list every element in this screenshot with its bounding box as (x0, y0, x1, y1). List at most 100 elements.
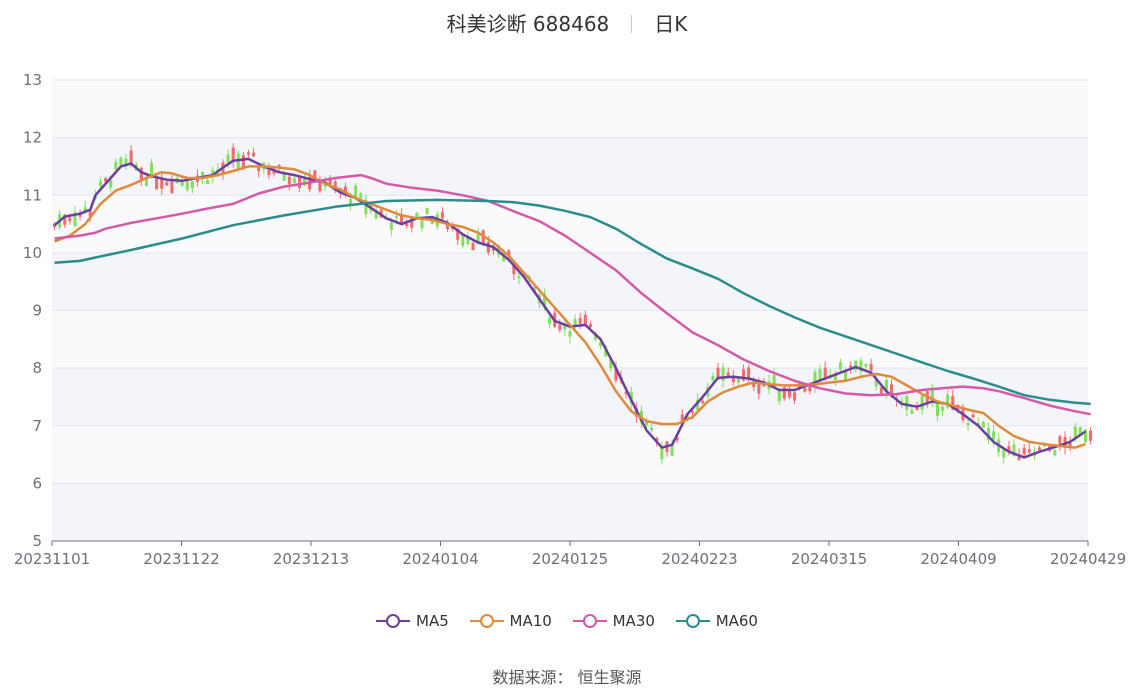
candle-body (736, 378, 740, 383)
candle-body (119, 157, 123, 166)
legend-label: MA10 (509, 612, 552, 630)
legend-marker-icon (675, 614, 710, 628)
candle-body (701, 400, 705, 404)
candle-body (910, 410, 914, 414)
x-axis: 20231101 20231122 20231213 20240104 20240125… (14, 540, 1126, 568)
candle-body (440, 212, 444, 219)
candle-body (568, 330, 572, 337)
candle-body (420, 220, 424, 229)
legend-marker-icon (572, 614, 607, 628)
candle-body (793, 392, 797, 401)
candle-body (394, 215, 399, 218)
y-tick-label: 11 (23, 186, 42, 204)
legend-marker-icon (469, 614, 504, 628)
candle-body (1058, 436, 1062, 445)
candle-body (267, 169, 271, 176)
candle-body (124, 158, 128, 165)
candle-body (246, 152, 251, 155)
candle-body (206, 180, 210, 185)
y-axis: 5 6 7 8 9 10 11 12 13 (23, 71, 42, 550)
candle-body (68, 217, 72, 222)
candle-body (389, 222, 393, 230)
x-tick-label: 20240104 (402, 550, 478, 568)
candle-body (1027, 449, 1031, 453)
candle-body (1037, 447, 1042, 450)
background-band (52, 252, 1088, 311)
candle-body (292, 178, 296, 184)
candle-body (558, 324, 562, 331)
legend-item-ma5[interactable]: MA5 (376, 612, 449, 630)
candle-body (405, 223, 409, 227)
candle-body (838, 362, 843, 370)
kline-chart: 5678910111213 20231101 20231122 20231213 20… (14, 71, 1126, 568)
background-band (52, 137, 1088, 196)
candle-body (941, 406, 945, 411)
y-tick-label: 8 (32, 359, 42, 377)
x-tick-label: 20240315 (791, 550, 867, 568)
candle-body (114, 162, 118, 170)
candle-body (711, 376, 715, 381)
y-tick-label: 6 (32, 474, 42, 492)
x-tick-label: 20231213 (273, 550, 349, 568)
candle-body (471, 242, 475, 251)
candle-body (226, 154, 230, 163)
candle-body (981, 422, 985, 428)
y-tick-label: 10 (23, 244, 42, 262)
candle-body (854, 360, 858, 371)
y-tick-label: 7 (32, 417, 42, 435)
candle-body (98, 181, 103, 187)
y-tick-label: 13 (23, 71, 42, 89)
y-tick-label: 12 (23, 129, 42, 147)
legend-marker-icon (376, 614, 410, 628)
background-band (52, 80, 1088, 138)
candle-body (1022, 447, 1026, 455)
x-tick-label: 20231122 (143, 550, 219, 568)
candle-body (573, 319, 577, 326)
candle-body (935, 402, 939, 416)
candle-body (185, 179, 189, 190)
candle-body (578, 318, 582, 324)
candle-body (165, 181, 169, 186)
candle-body (777, 389, 781, 402)
legend-label: MA60 (715, 612, 758, 630)
candle-body (149, 162, 154, 176)
candle-body (109, 180, 113, 188)
background-band (52, 195, 1088, 253)
candle-body (1002, 449, 1006, 458)
candle (165, 181, 169, 187)
candle-body (190, 181, 194, 189)
candle-body (170, 180, 174, 194)
candle-body (517, 276, 521, 279)
legend-item-ma60[interactable]: MA60 (675, 612, 758, 630)
candle-body (966, 423, 970, 425)
candle-body (252, 152, 256, 157)
candle-body (318, 182, 322, 192)
candle (1089, 427, 1093, 445)
legend-item-ma10[interactable]: MA10 (469, 612, 552, 630)
x-tick-label: 20240409 (920, 550, 996, 568)
candle-body (486, 241, 490, 253)
x-tick-label: 20231101 (14, 550, 90, 568)
background-band (52, 483, 1088, 541)
data-source: 数据来源： 恒生聚源 (492, 668, 642, 687)
candle-body (359, 193, 363, 199)
candle (425, 207, 429, 216)
x-tick-label: 20240125 (532, 550, 608, 568)
legend: MA5 MA10 MA30 MA60 (0, 612, 1134, 633)
candle-body (1073, 426, 1077, 438)
candle-body (1053, 449, 1057, 456)
legend-item-ma30[interactable]: MA30 (572, 612, 655, 630)
candle-body (425, 208, 429, 215)
candle-body (920, 395, 924, 410)
legend-label: MA5 (416, 612, 449, 630)
y-tick-label: 9 (32, 302, 42, 320)
candle-body (650, 427, 654, 431)
x-tick-label: 20240223 (661, 550, 737, 568)
x-tick-label: 20240429 (1050, 550, 1126, 568)
candle-body (971, 414, 975, 418)
candle-body (721, 367, 725, 381)
candle-body (129, 150, 133, 164)
candle-body (915, 408, 919, 411)
legend-label: MA30 (612, 612, 655, 630)
candle-body (905, 395, 909, 410)
